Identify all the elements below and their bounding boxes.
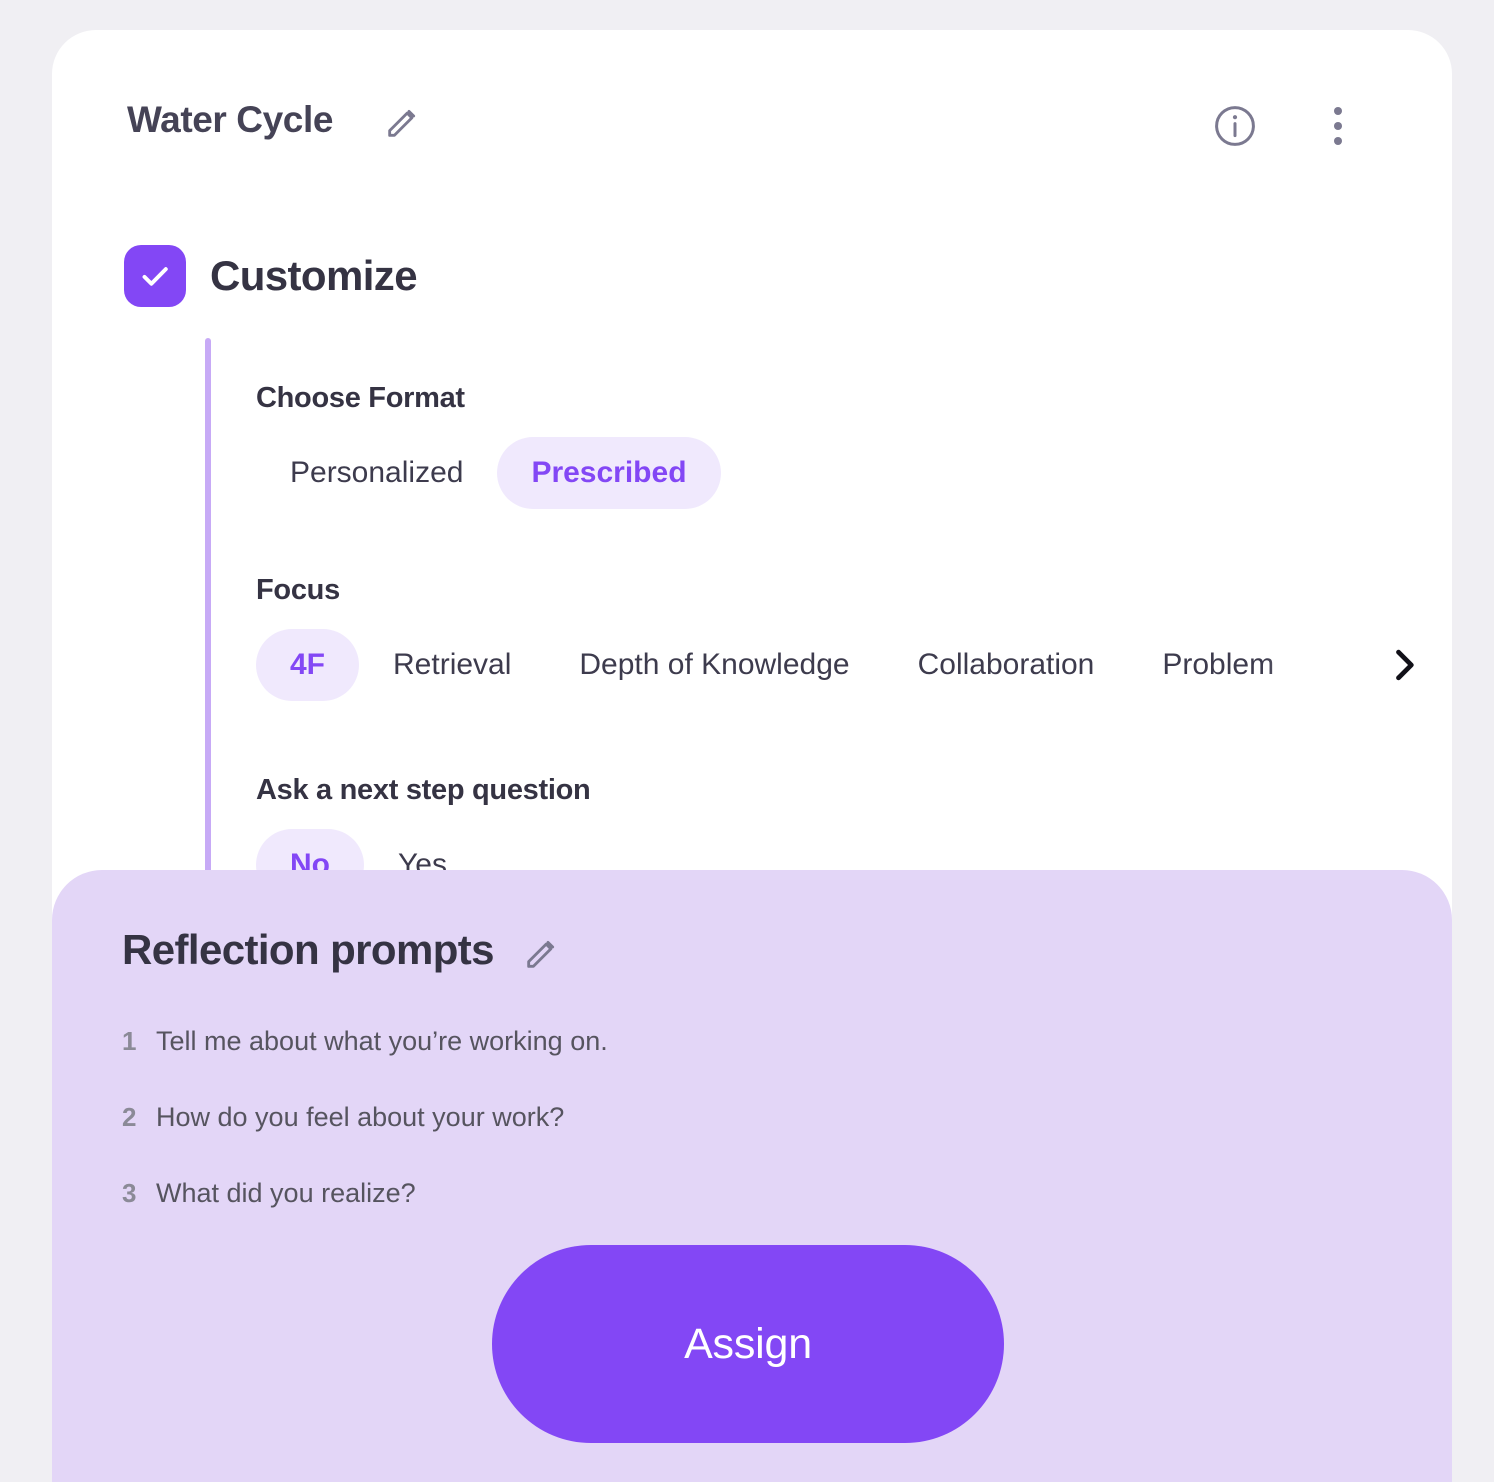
chevron-right-icon[interactable] bbox=[1382, 643, 1426, 687]
option-retrieval[interactable]: Retrieval bbox=[359, 629, 545, 701]
reflection-title: Reflection prompts bbox=[122, 926, 495, 973]
list-item[interactable]: 2 How do you feel about your work? bbox=[122, 1101, 1322, 1133]
customize-connector-line bbox=[205, 338, 211, 900]
option-prescribed[interactable]: Prescribed bbox=[497, 437, 721, 509]
list-item[interactable]: 1 Tell me about what you’re working on. bbox=[122, 1025, 1322, 1057]
prompt-number: 2 bbox=[122, 1102, 137, 1132]
pencil-icon[interactable] bbox=[522, 933, 562, 973]
option-problem[interactable]: Problem bbox=[1128, 629, 1308, 701]
info-circle-icon[interactable] bbox=[1211, 102, 1259, 150]
group-choose-format: Choose Format Personalized Prescribed bbox=[256, 382, 721, 509]
customize-toggle-row[interactable]: Customize bbox=[124, 245, 418, 307]
reflection-header: Reflection prompts bbox=[122, 926, 562, 974]
group-focus: Focus 4F Retrieval Depth of Knowledge Co… bbox=[256, 574, 1416, 701]
reflection-prompts-panel: Reflection prompts 1 Tell me about what … bbox=[52, 870, 1452, 1482]
app-root: Water Cycle Customize Choose Format Pers… bbox=[0, 0, 1494, 1482]
assign-button[interactable]: Assign bbox=[492, 1245, 1004, 1443]
customize-label: Customize bbox=[210, 252, 418, 299]
option-depth-of-knowledge[interactable]: Depth of Knowledge bbox=[545, 629, 883, 701]
pencil-icon[interactable] bbox=[383, 102, 423, 142]
group-title-choose-format: Choose Format bbox=[256, 382, 465, 414]
reflection-prompt-list: 1 Tell me about what you’re working on. … bbox=[122, 1025, 1322, 1253]
card-header: Water Cycle bbox=[52, 30, 1452, 190]
group-title-focus: Focus bbox=[256, 574, 340, 606]
focus-option-row[interactable]: 4F Retrieval Depth of Knowledge Collabor… bbox=[256, 629, 1346, 701]
list-item[interactable]: 3 What did you realize? bbox=[122, 1177, 1322, 1209]
kebab-menu-icon[interactable] bbox=[1314, 102, 1362, 150]
check-icon bbox=[142, 267, 168, 286]
format-option-row: Personalized Prescribed bbox=[256, 437, 721, 509]
option-personalized[interactable]: Personalized bbox=[256, 437, 497, 509]
focus-options-wrap: 4F Retrieval Depth of Knowledge Collabor… bbox=[256, 629, 1416, 701]
prompt-text: What did you realize? bbox=[156, 1178, 416, 1208]
option-collaboration[interactable]: Collaboration bbox=[884, 629, 1129, 701]
prompt-text: How do you feel about your work? bbox=[156, 1102, 565, 1132]
prompt-number: 1 bbox=[122, 1026, 137, 1056]
prompt-number: 3 bbox=[122, 1178, 137, 1208]
option-4f[interactable]: 4F bbox=[256, 629, 360, 701]
prompt-text: Tell me about what you’re working on. bbox=[156, 1026, 608, 1056]
page-title: Water Cycle bbox=[127, 99, 334, 140]
customize-checkbox[interactable] bbox=[124, 245, 186, 307]
group-title-next-step: Ask a next step question bbox=[256, 774, 591, 806]
